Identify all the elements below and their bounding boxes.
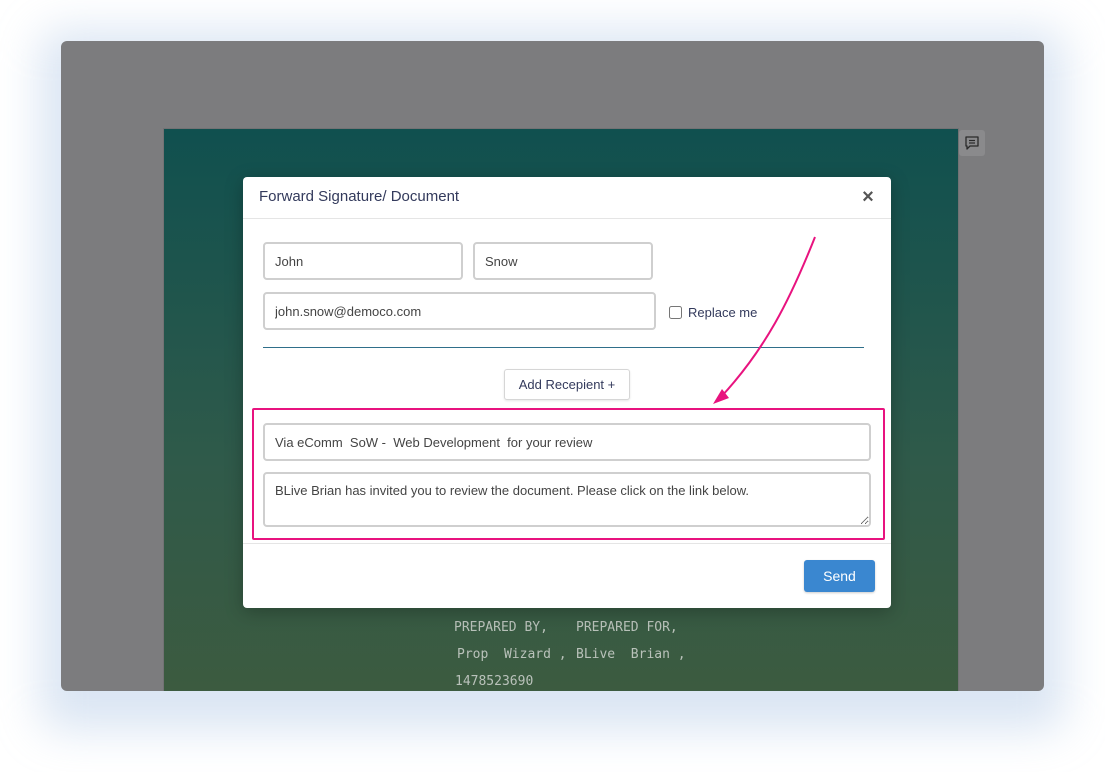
prepared-by-label: PREPARED BY, bbox=[454, 620, 548, 635]
replace-me-label: Replace me bbox=[688, 305, 758, 320]
recipient-divider bbox=[263, 347, 864, 348]
replace-me-option[interactable]: Replace me bbox=[669, 305, 757, 320]
prepared-for-name: BLive Brian , bbox=[576, 647, 686, 662]
forward-dialog: Forward Signature/ Document × Replace me… bbox=[243, 177, 891, 608]
close-icon[interactable]: × bbox=[859, 186, 877, 208]
add-recipient-button[interactable]: Add Recepient + bbox=[504, 369, 630, 400]
subject-input[interactable] bbox=[263, 423, 871, 461]
send-button[interactable]: Send bbox=[804, 560, 875, 592]
email-input[interactable] bbox=[263, 292, 656, 330]
dialog-title: Forward Signature/ Document bbox=[259, 188, 460, 205]
comment-button[interactable] bbox=[959, 130, 985, 156]
dialog-header: Forward Signature/ Document × bbox=[243, 177, 891, 219]
replace-me-checkbox[interactable] bbox=[669, 306, 682, 319]
dialog-footer-divider bbox=[243, 543, 891, 544]
comment-icon bbox=[965, 136, 979, 150]
message-textarea[interactable]: BLive Brian has invited you to review th… bbox=[263, 472, 871, 527]
last-name-input[interactable] bbox=[473, 242, 653, 280]
first-name-input[interactable] bbox=[263, 242, 463, 280]
prepared-by-phone: 1478523690 bbox=[455, 674, 534, 689]
prepared-by-name: Prop Wizard , bbox=[457, 647, 567, 662]
prepared-for-label: PREPARED FOR, bbox=[576, 620, 678, 635]
